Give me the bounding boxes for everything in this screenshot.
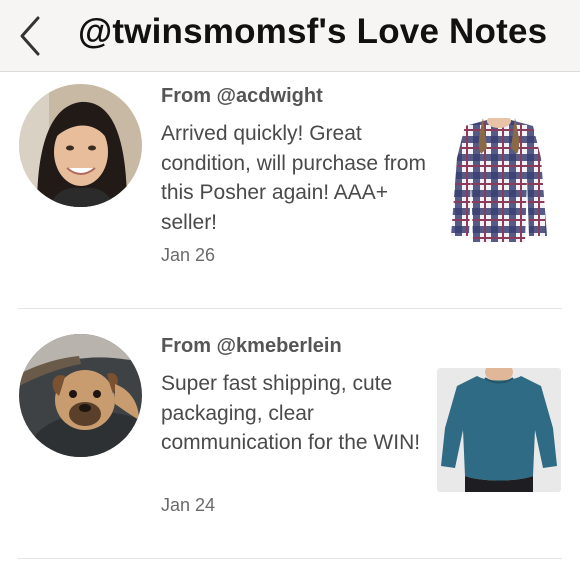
header-bar: @twinsmomsf's Love Notes — [0, 0, 580, 72]
note-sender[interactable]: From @kmeberlein — [161, 335, 342, 358]
listing-thumbnail[interactable] — [437, 118, 561, 242]
page-title: @twinsmomsf's Love Notes — [78, 12, 548, 51]
back-button[interactable] — [10, 14, 50, 58]
divider — [18, 308, 562, 309]
chevron-left-icon — [20, 16, 40, 56]
user-avatar-image — [19, 334, 142, 457]
love-note-item: From @kmeberlein Super fast shipping, cu… — [0, 323, 580, 559]
note-date: Jan 24 — [161, 495, 216, 515]
divider — [18, 558, 562, 559]
note-message: Arrived quickly! Great condition, will p… — [161, 122, 426, 234]
avatar[interactable] — [19, 84, 142, 207]
listing-thumbnail[interactable] — [437, 368, 561, 492]
note-sender[interactable]: From @acdwight — [161, 85, 323, 108]
avatar[interactable] — [19, 334, 142, 457]
plaid-shirt-image — [437, 118, 561, 242]
user-avatar-image — [19, 84, 142, 207]
love-note-item: From @acdwight Arrived quickly! Great co… — [0, 73, 580, 309]
note-date: Jan 26 — [161, 245, 216, 265]
sweater-image — [437, 368, 561, 492]
note-message: Super fast shipping, cute packaging, cle… — [161, 372, 421, 454]
